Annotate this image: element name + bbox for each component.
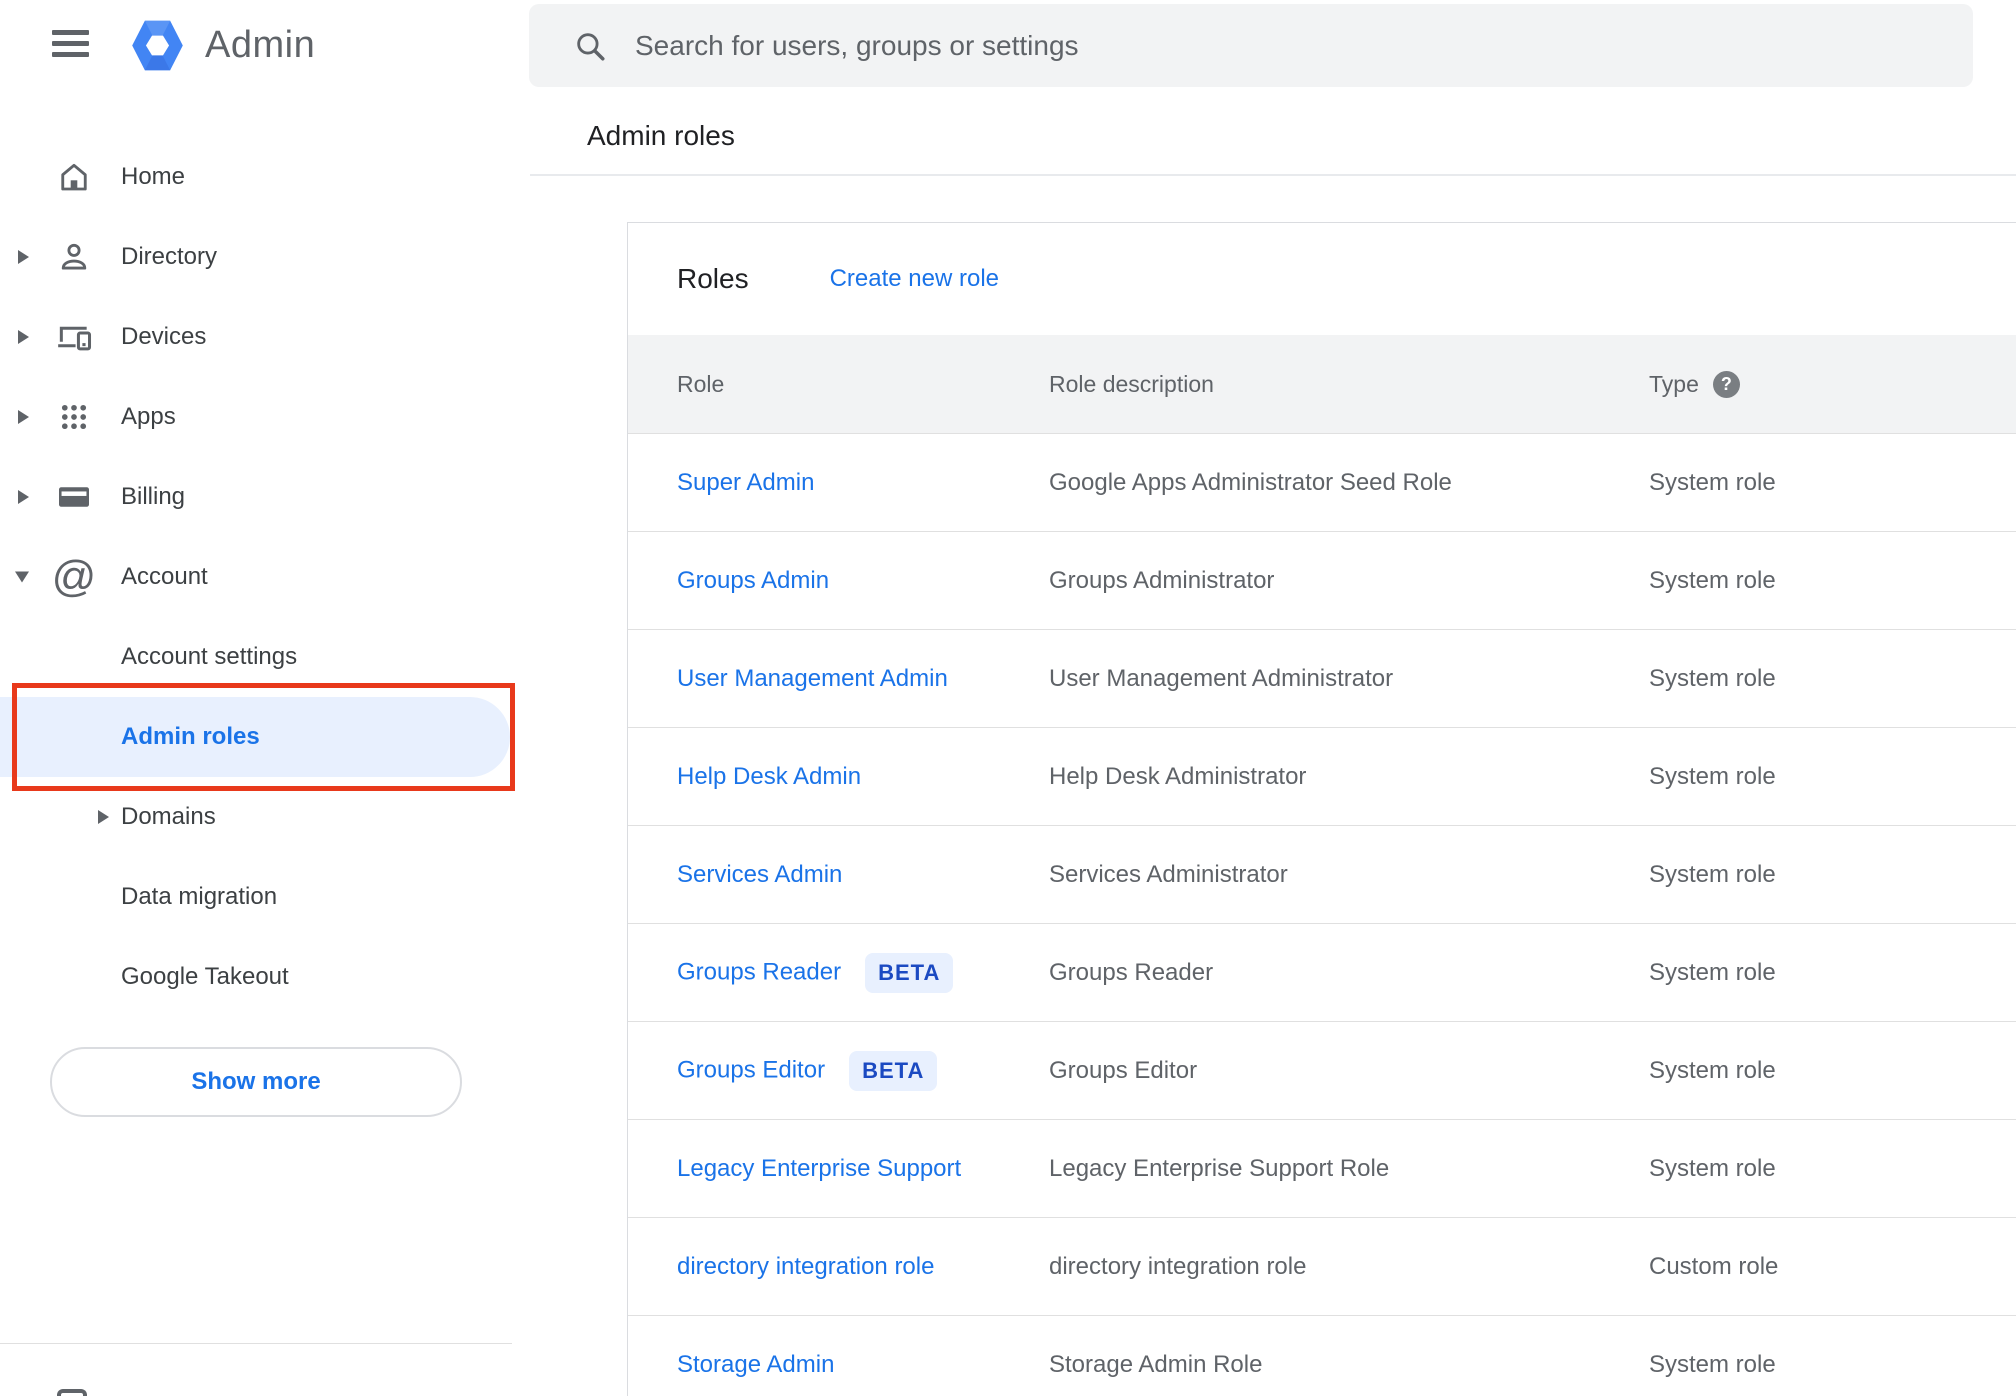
create-new-role-link[interactable]: Create new role bbox=[830, 265, 999, 293]
role-type: System role bbox=[1649, 1154, 1776, 1182]
devices-icon bbox=[55, 317, 93, 357]
table-row: Groups Reader BETA Groups Reader System r… bbox=[628, 924, 2016, 1022]
apps-icon bbox=[55, 397, 93, 437]
role-link[interactable]: Help Desk Admin bbox=[677, 763, 861, 790]
role-link[interactable]: Storage Admin bbox=[677, 1351, 834, 1378]
roles-title: Roles bbox=[677, 263, 749, 294]
role-type: System role bbox=[1649, 468, 1776, 496]
sidebar-item-domains[interactable]: Domains bbox=[0, 777, 530, 857]
role-type: Custom role bbox=[1649, 1252, 1779, 1280]
role-description: Help Desk Administrator bbox=[1049, 762, 1307, 790]
role-description: Groups Reader bbox=[1049, 958, 1214, 986]
role-link[interactable]: directory integration role bbox=[677, 1253, 934, 1280]
role-type: System role bbox=[1649, 664, 1776, 692]
sidebar-nav: Home Directory Devices Apps Billing @ Ac… bbox=[0, 137, 530, 1017]
person-icon bbox=[55, 237, 93, 277]
role-type: System role bbox=[1649, 762, 1776, 790]
sidebar-item-label: Directory bbox=[121, 243, 218, 270]
sidebar-item-label: Apps bbox=[121, 403, 176, 430]
column-header-description: Role description bbox=[1049, 370, 1214, 397]
role-description: Google Apps Administrator Seed Role bbox=[1049, 468, 1452, 496]
role-type: System role bbox=[1649, 958, 1776, 986]
sidebar-item-apps[interactable]: Apps bbox=[0, 377, 530, 457]
show-more-button[interactable]: Show more bbox=[50, 1047, 462, 1117]
sidebar-item-admin-roles[interactable]: Admin roles bbox=[0, 697, 510, 777]
expand-arrow-icon[interactable] bbox=[18, 490, 29, 504]
table-row: Groups Admin Groups Administrator System… bbox=[628, 532, 2016, 630]
role-type: System role bbox=[1649, 566, 1776, 594]
beta-badge: BETA bbox=[865, 952, 954, 993]
sidebar-item-label: Home bbox=[121, 163, 186, 190]
roles-table-body: Super Admin Google Apps Administrator Se… bbox=[628, 434, 2016, 1396]
role-link[interactable]: Groups Editor bbox=[677, 1056, 825, 1083]
sidebar-item-label: Data migration bbox=[121, 883, 278, 910]
table-row: Super Admin Google Apps Administrator Se… bbox=[628, 434, 2016, 532]
card-icon bbox=[55, 477, 93, 517]
sidebar-item-label: Account bbox=[121, 563, 208, 590]
sidebar-item-label: Devices bbox=[121, 323, 207, 350]
help-icon[interactable]: ? bbox=[1712, 370, 1740, 398]
column-header-type: Type ? bbox=[1649, 370, 2016, 398]
breadcrumb-divider bbox=[530, 174, 2016, 176]
role-link[interactable]: Super Admin bbox=[677, 469, 814, 496]
admin-logo-icon bbox=[132, 20, 183, 71]
sidebar-item-label: Account settings bbox=[121, 643, 298, 670]
table-row: Storage Admin Storage Admin Role System … bbox=[628, 1316, 2016, 1396]
expand-arrow-icon[interactable] bbox=[18, 330, 29, 344]
table-header-row: Role Role description Type ? bbox=[628, 335, 2016, 434]
search-input[interactable] bbox=[633, 28, 1973, 63]
sidebar-item-devices[interactable]: Devices bbox=[0, 297, 530, 377]
role-type: System role bbox=[1649, 1056, 1776, 1084]
table-row: User Management Admin User Management Ad… bbox=[628, 630, 2016, 728]
role-description: directory integration role bbox=[1049, 1252, 1307, 1280]
sidebar-item-label: Admin roles bbox=[121, 723, 260, 750]
sidebar-item-account[interactable]: @ Account bbox=[0, 537, 530, 617]
sidebar-item-billing[interactable]: Billing bbox=[0, 457, 530, 537]
role-description: Storage Admin Role bbox=[1049, 1350, 1263, 1378]
search-bar[interactable] bbox=[529, 4, 1973, 87]
sidebar-item-home[interactable]: Home bbox=[0, 137, 530, 217]
role-description: Groups Administrator bbox=[1049, 566, 1275, 594]
sidebar-item-directory[interactable]: Directory bbox=[0, 217, 530, 297]
expand-arrow-icon[interactable] bbox=[18, 250, 29, 264]
roles-card-header: Roles Create new role bbox=[628, 223, 2016, 335]
clipped-sidebar-icon bbox=[57, 1389, 87, 1396]
table-row: directory integration role directory int… bbox=[628, 1218, 2016, 1316]
roles-card: Roles Create new role Role Role descript… bbox=[627, 222, 2016, 1396]
table-row: Services Admin Services Administrator Sy… bbox=[628, 826, 2016, 924]
sidebar-divider bbox=[0, 1343, 512, 1344]
expand-arrow-icon[interactable] bbox=[98, 810, 109, 824]
sidebar-item-google-takeout[interactable]: Google Takeout bbox=[0, 937, 530, 1017]
role-type: System role bbox=[1649, 1350, 1776, 1378]
role-link[interactable]: Legacy Enterprise Support bbox=[677, 1155, 961, 1182]
role-description: Groups Editor bbox=[1049, 1056, 1198, 1084]
sidebar-item-data-migration[interactable]: Data migration bbox=[0, 857, 530, 937]
expand-arrow-icon[interactable] bbox=[18, 410, 29, 424]
expand-arrow-icon[interactable] bbox=[15, 571, 29, 583]
role-link[interactable]: User Management Admin bbox=[677, 665, 948, 692]
role-description: User Management Administrator bbox=[1049, 664, 1394, 692]
role-type: System role bbox=[1649, 860, 1776, 888]
breadcrumb: Admin roles bbox=[587, 120, 735, 151]
app-title: Admin bbox=[205, 24, 316, 66]
role-link[interactable]: Groups Admin bbox=[677, 567, 829, 594]
role-description: Services Administrator bbox=[1049, 860, 1288, 888]
sidebar-item-label: Billing bbox=[121, 483, 186, 510]
table-row: Help Desk Admin Help Desk Administrator … bbox=[628, 728, 2016, 826]
role-link[interactable]: Groups Reader bbox=[677, 958, 841, 985]
sidebar-item-label: Domains bbox=[121, 803, 216, 830]
home-icon bbox=[55, 157, 93, 197]
sidebar-item-account-settings[interactable]: Account settings bbox=[0, 617, 530, 697]
google-admin-console: Admin Admin roles Home Directory Devices… bbox=[0, 0, 2016, 1396]
at-icon: @ bbox=[51, 552, 97, 601]
role-description: Legacy Enterprise Support Role bbox=[1049, 1154, 1390, 1182]
table-row: Legacy Enterprise Support Legacy Enterpr… bbox=[628, 1120, 2016, 1218]
column-header-role: Role bbox=[677, 370, 725, 397]
search-icon bbox=[577, 32, 605, 61]
role-link[interactable]: Services Admin bbox=[677, 861, 842, 888]
table-row: Groups Editor BETA Groups Editor System r… bbox=[628, 1022, 2016, 1120]
menu-hamburger-icon[interactable] bbox=[52, 30, 89, 57]
beta-badge: BETA bbox=[849, 1050, 938, 1091]
sidebar-item-label: Google Takeout bbox=[121, 963, 289, 990]
